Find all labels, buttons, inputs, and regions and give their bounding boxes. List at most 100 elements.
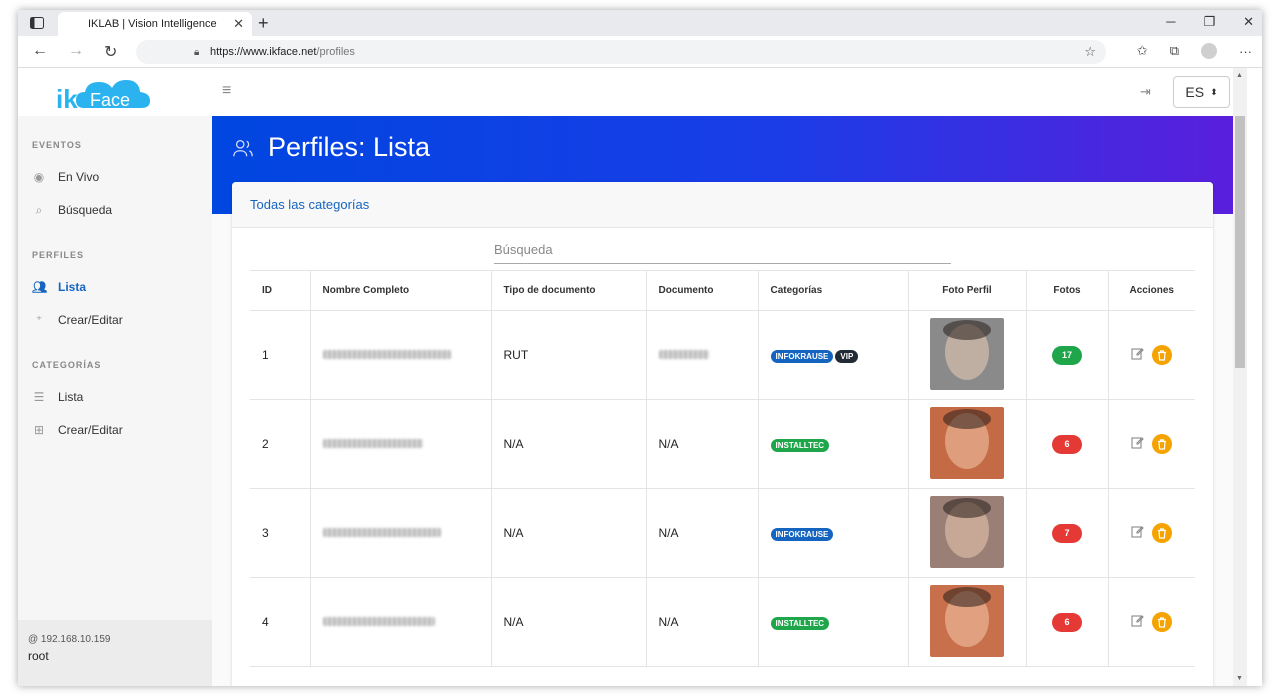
delete-icon[interactable] [1152, 612, 1173, 632]
favorite-star-icon[interactable]: ☆ [1084, 44, 1096, 60]
cell-documento: N/A [645, 488, 758, 578]
ikface-logo[interactable]: ik Face [54, 72, 154, 114]
profile-photo[interactable] [930, 584, 1004, 657]
search-input[interactable]: Búsqueda [494, 238, 951, 264]
cell-documento [645, 310, 758, 400]
collections-icon[interactable]: ⧉ [1170, 43, 1179, 59]
scroll-down-icon[interactable]: ▼ [1236, 675, 1243, 682]
document-number: N/A [658, 437, 679, 451]
logo-text: Face [90, 90, 130, 110]
browser-tab[interactable]: K IKLAB | Vision Intelligence ✕ [58, 12, 252, 36]
sidebar-item-label: Lista [58, 280, 87, 294]
sidebar-section-perfiles: PERFILES [32, 250, 85, 260]
edit-icon[interactable] [1131, 614, 1145, 630]
profile-photo[interactable] [930, 406, 1004, 479]
col-tipo-doc[interactable]: Tipo de documento [490, 270, 646, 311]
sidebar-item-label: Crear/Editar [58, 423, 123, 437]
restore-icon[interactable]: ❐ [1203, 14, 1215, 30]
cell-foto [907, 310, 1026, 400]
edit-icon[interactable] [1131, 347, 1145, 363]
page-scrollbar[interactable]: ▲ ▼ [1233, 68, 1247, 686]
col-fotos[interactable]: Fotos [1025, 270, 1108, 311]
cell-acciones [1107, 577, 1195, 667]
col-acciones: Acciones [1107, 270, 1195, 311]
col-id[interactable]: ID [250, 270, 310, 311]
plus-square-icon: ⊞ [33, 423, 45, 437]
tab-actions-icon[interactable] [26, 14, 48, 32]
url-input[interactable]: 🔒︎ https://www.ikface.net/profiles ☆ [136, 40, 1106, 64]
logout-icon[interactable]: ⇥ [1140, 84, 1151, 100]
cell-nombre [309, 577, 491, 667]
sidebar-item-perfiles-lista[interactable]: 👥︎ Lista [18, 277, 212, 297]
col-foto-perfil[interactable]: Foto Perfil [907, 270, 1026, 311]
url-path: /profiles [316, 46, 355, 58]
profiles-card: Todas las categorías Búsqueda ID Nombre … [232, 182, 1213, 686]
cell-nombre [309, 399, 491, 489]
back-icon[interactable]: ← [32, 42, 48, 62]
reload-icon[interactable]: ↻ [104, 42, 117, 62]
current-user: root [28, 649, 49, 663]
photo-count-badge: 6 [1052, 434, 1082, 454]
scroll-up-icon[interactable]: ▲ [1236, 72, 1243, 79]
delete-icon[interactable] [1152, 523, 1173, 543]
table-row[interactable]: 3 N/A N/A INFOKRAUSE 7 [250, 488, 1195, 578]
sidebar-item-busqueda[interactable]: ⌕ Búsqueda [18, 200, 212, 220]
cell-tipo: RUT [490, 310, 646, 400]
language-value: ES [1185, 84, 1205, 100]
table-row[interactable]: 4 N/A N/A INSTALLTEC 6 [250, 577, 1195, 667]
close-tab-icon[interactable]: ✕ [233, 16, 244, 32]
tab-title: IKLAB | Vision Intelligence [88, 18, 217, 30]
redacted-name [322, 617, 435, 626]
sidebar-item-label: En Vivo [58, 170, 100, 184]
category-badge: VIP [835, 349, 859, 363]
cell-documento: N/A [645, 577, 758, 667]
cell-fotos: 7 [1025, 488, 1108, 578]
minimize-icon[interactable]: ─ [1166, 14, 1175, 30]
sidebar-item-categorias-lista[interactable]: ☰ Lista [18, 387, 212, 407]
col-nombre[interactable]: Nombre Completo [309, 270, 491, 311]
delete-icon[interactable] [1152, 434, 1173, 454]
cell-tipo: N/A [490, 399, 646, 489]
category-filter-tab[interactable]: Todas las categorías [250, 197, 369, 212]
table-row[interactable]: 1 RUT INFOKRAUSE VIP 17 [250, 310, 1195, 400]
server-host: @ 192.168.10.159 [28, 634, 111, 645]
profile-avatar-icon[interactable] [1201, 43, 1217, 59]
cell-categorias: INSTALLTEC [757, 399, 908, 489]
redacted-name [322, 439, 423, 448]
close-window-icon[interactable]: ✕ [1243, 14, 1254, 30]
profile-photo[interactable] [930, 317, 1004, 390]
sidebar-footer: @ 192.168.10.159 root [18, 620, 212, 686]
language-select[interactable]: ES ⬍ [1173, 76, 1230, 108]
edit-icon[interactable] [1131, 525, 1145, 541]
scrollbar-thumb[interactable] [1235, 116, 1245, 368]
new-tab-icon[interactable]: + [258, 13, 269, 34]
sidebar-item-en-vivo[interactable]: ◉ En Vivo [18, 167, 212, 187]
favorites-icon[interactable]: ✩ [1137, 43, 1148, 59]
cell-nombre [309, 310, 491, 400]
edit-icon[interactable] [1131, 436, 1145, 452]
cell-fotos: 17 [1025, 310, 1108, 400]
cell-id: 4 [250, 577, 310, 667]
more-icon[interactable]: ··· [1239, 44, 1252, 59]
col-documento[interactable]: Documento [645, 270, 758, 311]
sidebar-item-label: Lista [58, 390, 84, 404]
category-badge: INSTALLTEC [770, 438, 830, 452]
sidebar-item-perfiles-crear[interactable]: ⁺ Crear/Editar [18, 310, 212, 330]
cell-id: 1 [250, 310, 310, 400]
redacted-name [322, 350, 451, 359]
browser-window: K IKLAB | Vision Intelligence ✕ + ─ ❐ ✕ … [18, 10, 1262, 686]
web-page: ik Face ≡ ⇥ ES ⬍ EVENTOS ◉ En Vivo ⌕ Bús… [18, 68, 1262, 686]
lock-icon: 🔒︎ [194, 46, 200, 58]
delete-icon[interactable] [1152, 345, 1173, 365]
category-badge: INFOKRAUSE [770, 527, 834, 541]
users-icon: 👥︎ [32, 280, 48, 294]
profile-photo[interactable] [930, 495, 1004, 568]
forward-icon[interactable]: → [68, 42, 84, 62]
col-categorias[interactable]: Categorías [757, 270, 908, 311]
photo-count-badge: 17 [1052, 345, 1082, 365]
menu-toggle-icon[interactable]: ≡ [222, 82, 231, 100]
table-row[interactable]: 2 N/A N/A INSTALLTEC 6 [250, 399, 1195, 489]
main-content: Perfiles: Lista Todas las categorías Bús… [212, 116, 1233, 686]
search-icon: ⌕ [35, 202, 43, 217]
sidebar-item-categorias-crear[interactable]: ⊞ Crear/Editar [18, 420, 212, 440]
